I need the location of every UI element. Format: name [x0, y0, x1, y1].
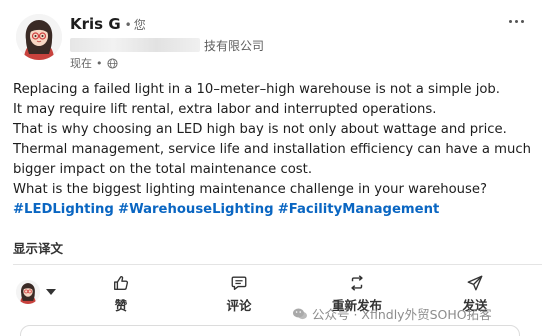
post-line: What is the biggest lighting maintenance… — [13, 182, 488, 197]
like-button[interactable]: 赞 — [86, 274, 156, 314]
more-dot-icon — [520, 19, 524, 23]
post-line: That is why choosing an LED high bay is … — [13, 122, 507, 137]
post-time-row: 现在 • — [70, 55, 118, 71]
comment-label: 评论 — [226, 298, 252, 313]
chevron-down-icon — [46, 289, 56, 295]
repost-label: 重新发布 — [331, 298, 382, 313]
hashtag-facility-management[interactable]: #FacilityManagement — [278, 202, 440, 217]
post-time: 现在 — [70, 57, 92, 70]
author-avatar[interactable] — [16, 14, 62, 60]
reactor-avatar — [16, 280, 40, 304]
author-name-row: Kris G • 您 — [70, 14, 146, 34]
post-line: It may require lift rental, extra labor … — [13, 102, 437, 117]
author-headline: 技有限公司 — [70, 37, 264, 53]
post-line: Replacing a failed light in a 10–meter–h… — [13, 82, 500, 97]
repost-icon — [351, 275, 363, 291]
comment-box-edge[interactable] — [20, 325, 520, 336]
globe-icon — [106, 57, 118, 69]
react-as-selector[interactable] — [16, 280, 56, 304]
comment-icon — [231, 276, 247, 290]
post-body: Replacing a failed light in a 10–meter–h… — [13, 80, 533, 220]
post-line: Thermal management, service life and ins… — [13, 142, 531, 157]
comment-button[interactable]: 评论 — [204, 274, 274, 314]
hashtag-warehouse-lighting[interactable]: #WarehouseLighting — [118, 202, 274, 217]
cartoon-woman-avatar-icon — [16, 280, 40, 304]
more-dot-icon — [514, 19, 518, 23]
cartoon-woman-avatar-icon — [16, 14, 62, 60]
post-card: Kris G • 您 技有限公司 现在 • Replacing a failed … — [0, 0, 542, 336]
thumbs-up-icon — [114, 276, 129, 290]
redacted-block — [70, 38, 200, 52]
separator-dot: • — [96, 56, 103, 70]
connection-degree: • 您 — [124, 17, 146, 32]
author-headline-text: 技有限公司 — [204, 38, 265, 53]
send-icon — [467, 275, 483, 291]
divider — [13, 264, 542, 265]
send-label: 发送 — [462, 298, 488, 313]
more-dot-icon — [508, 19, 512, 23]
more-options-button[interactable] — [504, 12, 528, 30]
hashtag-row: #LEDLighting #WarehouseLighting #Facilit… — [13, 200, 533, 220]
hashtag-led-lighting[interactable]: #LEDLighting — [13, 202, 114, 217]
post-line: bigger impact on the total maintenance c… — [13, 162, 313, 177]
like-label: 赞 — [114, 298, 128, 313]
send-button[interactable]: 发送 — [440, 274, 510, 314]
show-translation-link[interactable]: 显示译文 — [13, 238, 63, 257]
connection-label: 您 — [133, 17, 146, 32]
repost-button[interactable]: 重新发布 — [322, 274, 392, 314]
author-name[interactable]: Kris G — [70, 15, 121, 33]
